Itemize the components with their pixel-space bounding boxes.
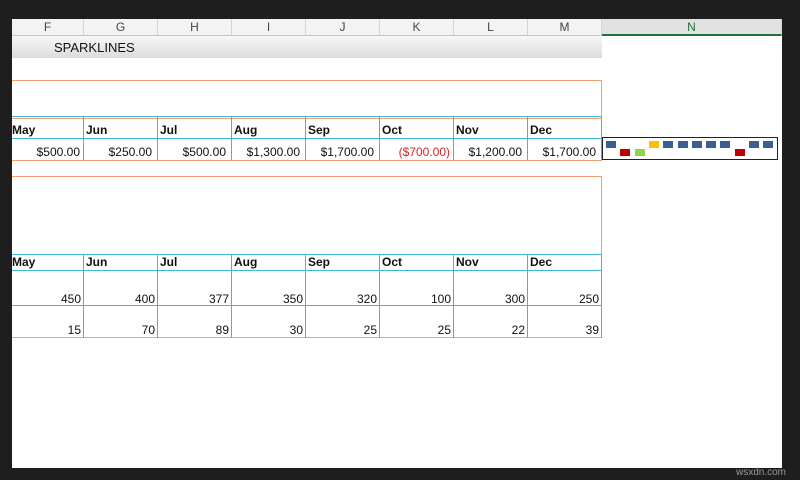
table2-row2-nov[interactable]: 22 xyxy=(454,323,525,337)
table2-row2-dec[interactable]: 39 xyxy=(528,323,599,337)
sparkline-bar xyxy=(734,149,745,156)
table1-month-sep[interactable]: Sep xyxy=(308,123,330,137)
table1-month-dec[interactable]: Dec xyxy=(530,123,552,137)
column-header-n[interactable]: N xyxy=(602,19,782,36)
table2-month-aug[interactable]: Aug xyxy=(234,255,257,269)
win-loss-sparkline[interactable] xyxy=(602,137,778,160)
table2-row2-sep[interactable]: 25 xyxy=(306,323,377,337)
table2-row1-oct[interactable]: 100 xyxy=(380,292,451,306)
column-header-k[interactable]: K xyxy=(380,19,454,36)
table2-row1-sep[interactable]: 320 xyxy=(306,292,377,306)
column-header-l[interactable]: L xyxy=(454,19,528,36)
sparkline-bar xyxy=(663,141,674,148)
table2-row2-oct[interactable]: 25 xyxy=(380,323,451,337)
table1-month-jun[interactable]: Jun xyxy=(86,123,107,137)
table2-border-mid xyxy=(12,270,602,271)
table1-value-aug[interactable]: $1,300.00 xyxy=(232,145,300,159)
table2-row2-may[interactable]: 15 xyxy=(12,323,81,337)
watermark: wsxdn.com xyxy=(735,467,786,478)
table1-month-nov[interactable]: Nov xyxy=(456,123,479,137)
column-header-i[interactable]: I xyxy=(232,19,306,36)
sparkline-bar xyxy=(763,141,774,148)
sparkline-bar xyxy=(749,141,759,148)
table1-value-jun[interactable]: $250.00 xyxy=(84,145,152,159)
column-header-f[interactable]: F xyxy=(12,19,84,36)
table2-month-nov[interactable]: Nov xyxy=(456,255,479,269)
table2-month-oct[interactable]: Oct xyxy=(382,255,402,269)
table1-value-jul[interactable]: $500.00 xyxy=(158,145,226,159)
table1-value-nov[interactable]: $1,200.00 xyxy=(454,145,522,159)
table2-row2-jun[interactable]: 70 xyxy=(84,323,155,337)
table1-month-may[interactable]: May xyxy=(12,123,35,137)
table2-row2-aug[interactable]: 30 xyxy=(232,323,303,337)
sparkline-bar xyxy=(720,141,731,148)
table2-row1-jun[interactable]: 400 xyxy=(84,292,155,306)
sparkline-bar xyxy=(620,149,631,156)
table2-row1-jul[interactable]: 377 xyxy=(158,292,229,306)
column-header-h[interactable]: H xyxy=(158,19,232,36)
table1-month-oct[interactable]: Oct xyxy=(382,123,402,137)
table2-month-jul[interactable]: Jul xyxy=(160,255,177,269)
table2-month-jun[interactable]: Jun xyxy=(86,255,107,269)
table1-value-dec[interactable]: $1,700.00 xyxy=(528,145,596,159)
sparkline-bar xyxy=(634,149,645,156)
table1-value-sep[interactable]: $1,700.00 xyxy=(306,145,374,159)
spreadsheet-grid[interactable]: F G H I J K L M N SPARKLINES May Jun Jul… xyxy=(12,19,782,468)
table2-month-sep[interactable]: Sep xyxy=(308,255,330,269)
table1-value-oct[interactable]: ($700.00) xyxy=(380,145,450,159)
table2-row1-may[interactable]: 450 xyxy=(12,292,81,306)
table1-header-box xyxy=(12,80,602,119)
table1-value-may[interactable]: $500.00 xyxy=(12,145,80,159)
title-band: SPARKLINES xyxy=(12,36,602,58)
sheet-title: SPARKLINES xyxy=(54,40,135,55)
column-header-g[interactable]: G xyxy=(84,19,158,36)
table2-month-may[interactable]: May xyxy=(12,255,35,269)
table2-row1-dec[interactable]: 250 xyxy=(528,292,599,306)
sparkline-bar xyxy=(606,141,616,148)
sparkline-bar xyxy=(691,141,702,148)
column-header-j[interactable]: J xyxy=(306,19,380,36)
column-header-m[interactable]: M xyxy=(528,19,602,36)
table1-month-jul[interactable]: Jul xyxy=(160,123,177,137)
sparkline-bar xyxy=(677,141,688,148)
table1-border-bottom xyxy=(12,160,602,161)
table2-row1-aug[interactable]: 350 xyxy=(232,292,303,306)
table1-border-top xyxy=(12,116,602,117)
table1-month-aug[interactable]: Aug xyxy=(234,123,257,137)
table2-vline xyxy=(601,254,602,338)
table2-row1-nov[interactable]: 300 xyxy=(454,292,525,306)
sparkline-bar xyxy=(648,141,659,148)
table2-month-dec[interactable]: Dec xyxy=(530,255,552,269)
table1-border-mid xyxy=(12,138,602,139)
sparkline-bar xyxy=(706,141,717,148)
table2-row2-jul[interactable]: 89 xyxy=(158,323,229,337)
